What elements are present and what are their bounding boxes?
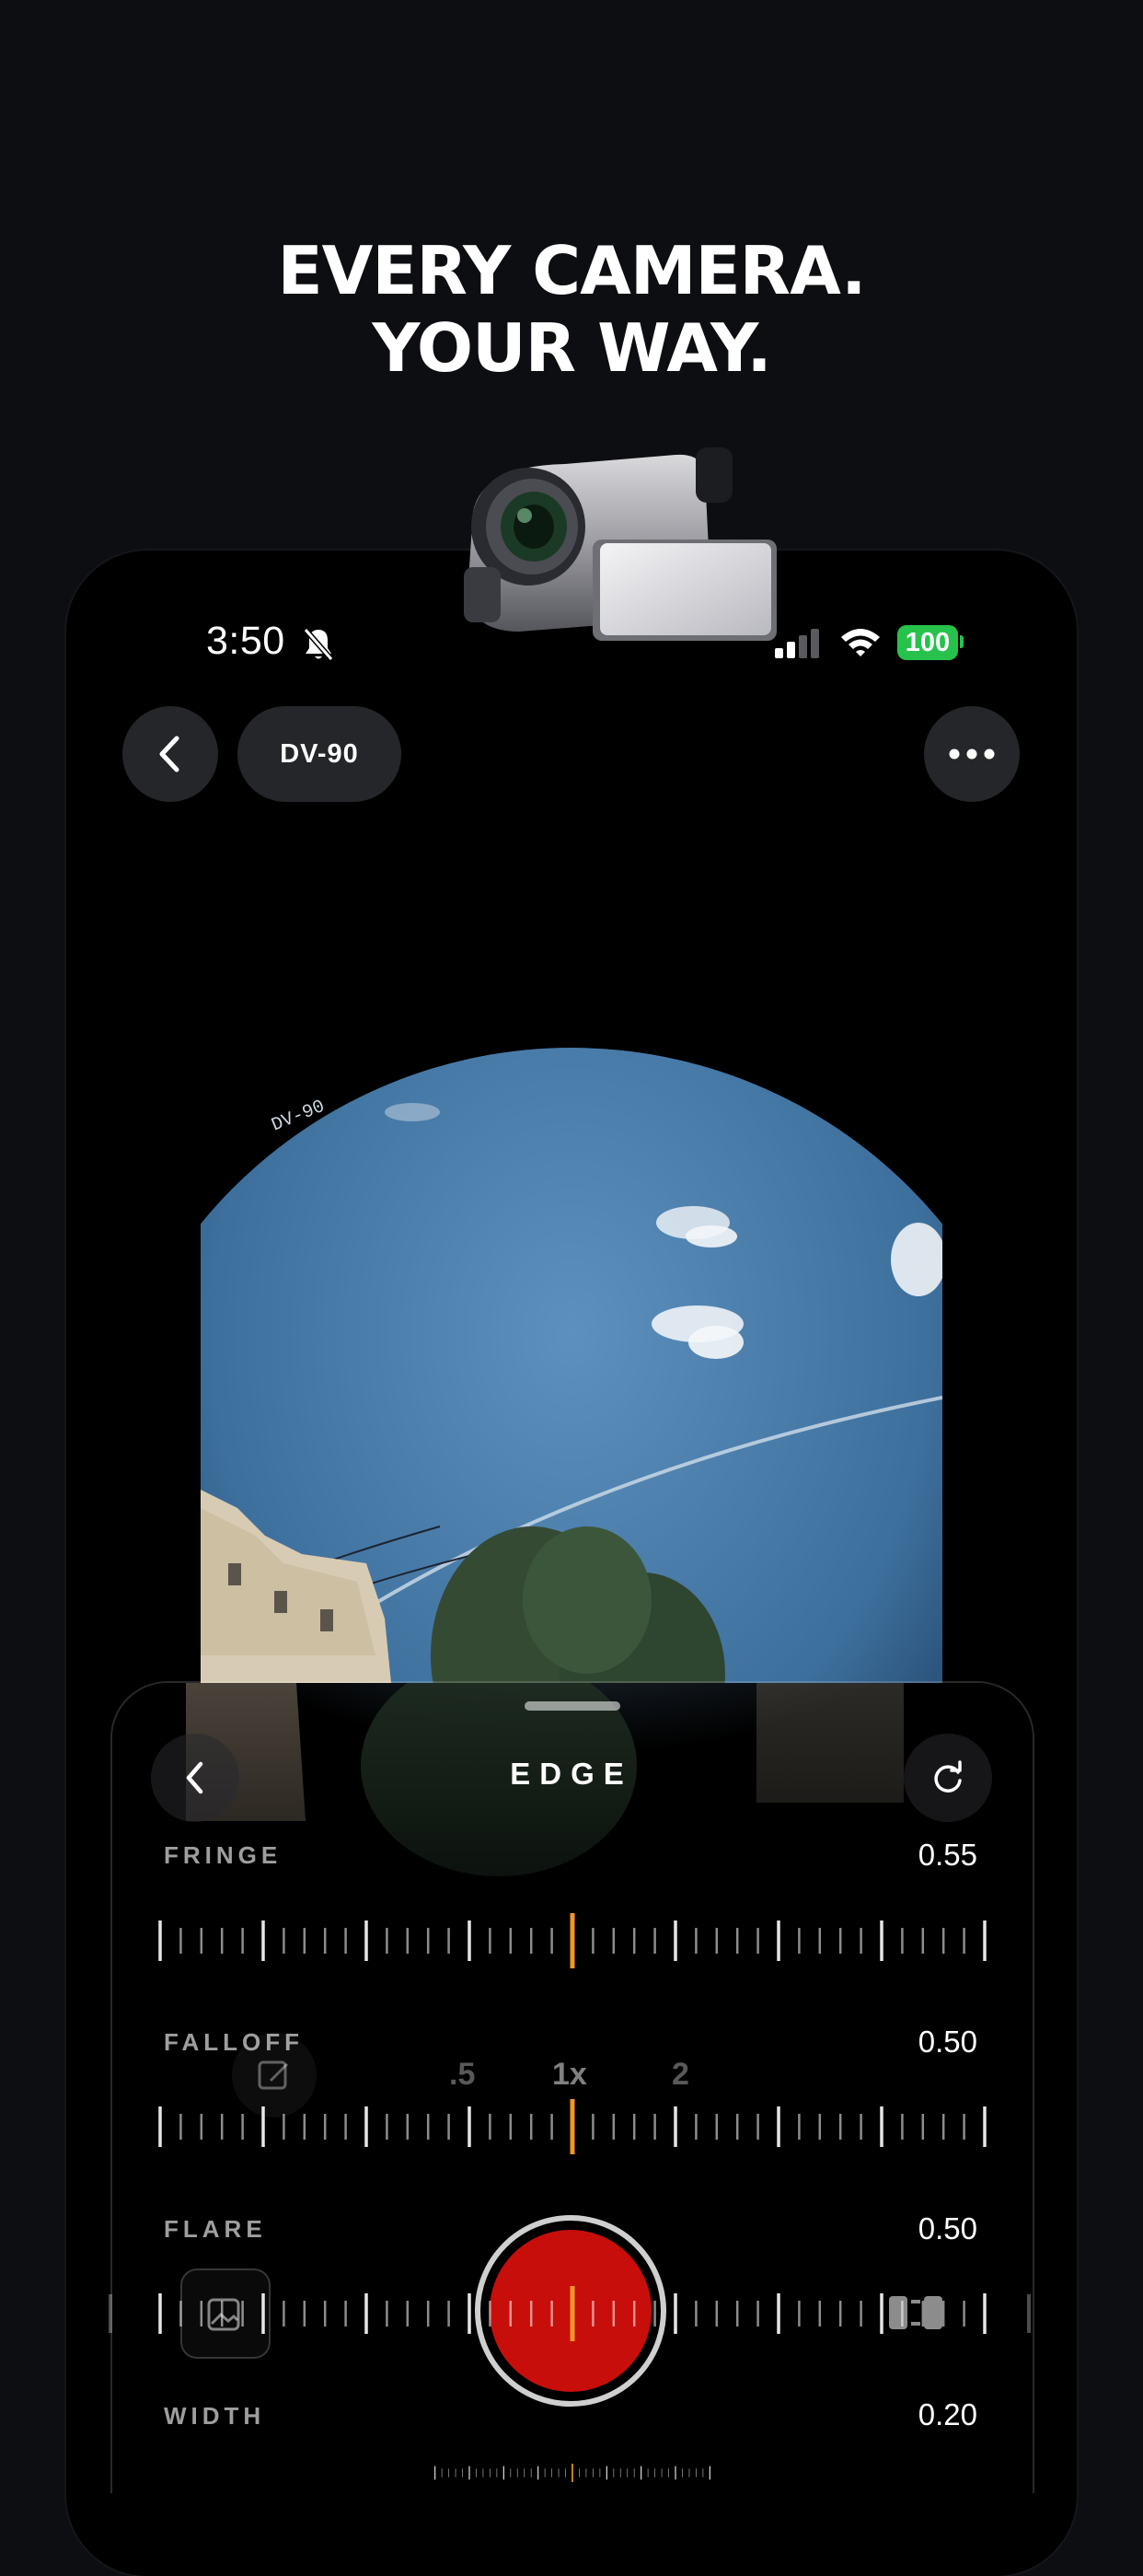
left-edge-tick [109, 2294, 112, 2333]
headline-line-1: EVERY CAMERA. [277, 232, 866, 309]
param-value-fringe: 0.55 [918, 1838, 977, 1872]
camcorder-icon [464, 447, 777, 641]
sheet-back-button[interactable] [151, 1734, 239, 1822]
chevron-left-icon [159, 736, 179, 772]
param-label-falloff: FALLOFF [164, 2028, 304, 2056]
width-slider[interactable] [155, 2464, 990, 2482]
param-label-fringe: FRINGE [164, 1841, 283, 1869]
right-edge-tick [1027, 2294, 1031, 2333]
flare-slider[interactable] [155, 2286, 990, 2341]
param-label-flare: FLARE [164, 2215, 267, 2243]
zoom-option-2[interactable]: 2 [672, 2057, 689, 2093]
param-value-width: 0.20 [918, 2397, 977, 2431]
more-button[interactable] [924, 706, 1020, 802]
sheet-grabber[interactable] [525, 1701, 620, 1711]
falloff-slider[interactable] [155, 2099, 990, 2154]
wifi-icon [841, 629, 880, 656]
edit-icon [258, 2060, 289, 2090]
param-label-width: WIDTH [164, 2402, 266, 2430]
ellipsis-icon [949, 748, 995, 760]
headline: EVERY CAMERA. YOUR WAY. [0, 232, 1143, 387]
bell-slash-icon [303, 628, 334, 661]
headline-line-2: YOUR WAY. [372, 309, 771, 387]
sheet-title: EDGE [510, 1757, 633, 1791]
zoom-option-1x[interactable]: 1x [552, 2057, 587, 2093]
zoom-option-0.5[interactable]: .5 [449, 2057, 475, 2093]
camera-name-button[interactable]: DV-90 [237, 706, 401, 802]
back-button[interactable] [122, 706, 218, 802]
param-value-flare: 0.50 [918, 2211, 977, 2245]
chevron-left-icon [186, 1761, 203, 1794]
battery-tip [960, 635, 964, 648]
status-time: 3:50 [206, 619, 285, 663]
fringe-slider[interactable] [155, 1913, 990, 1968]
reset-icon [934, 1760, 962, 1793]
cellular-signal-icon [775, 629, 819, 658]
battery-indicator: 100 [897, 625, 958, 660]
param-value-falloff: 0.50 [918, 2025, 977, 2059]
reset-button[interactable] [904, 1734, 992, 1822]
